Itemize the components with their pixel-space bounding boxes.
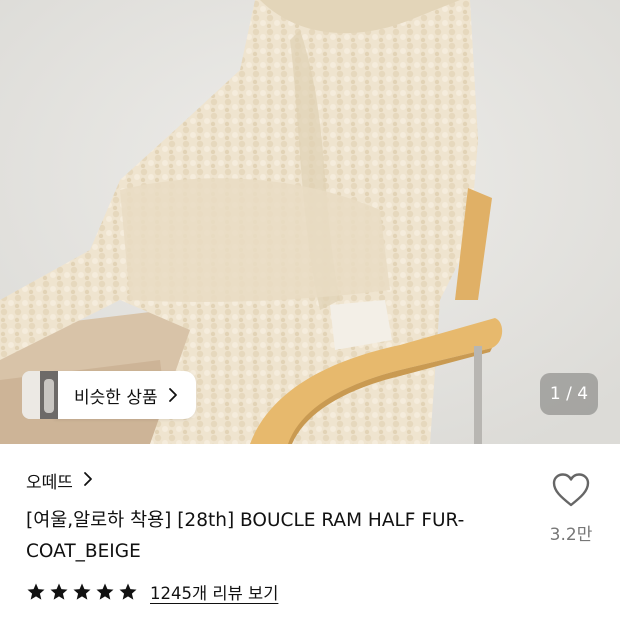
star-icon bbox=[27, 583, 45, 600]
like-button[interactable]: 3.2만 bbox=[540, 472, 602, 545]
brand-link[interactable]: 오떼뜨 bbox=[26, 468, 93, 493]
star-icon bbox=[73, 583, 91, 600]
similar-products-control[interactable]: 비슷한 상품 bbox=[22, 371, 196, 419]
similar-product-thumbnail[interactable] bbox=[22, 371, 58, 419]
product-photo[interactable]: 비슷한 상품 1 / 4 bbox=[0, 0, 620, 444]
review-link[interactable]: 1245개 리뷰 보기 bbox=[150, 580, 278, 604]
star-icon bbox=[96, 583, 114, 600]
review-summary: 1245개 리뷰 보기 bbox=[26, 580, 278, 604]
star-icon bbox=[50, 583, 68, 600]
star-icon bbox=[119, 583, 137, 600]
chevron-right-icon bbox=[83, 471, 93, 491]
star-rating bbox=[26, 582, 138, 602]
similar-products-label: 비슷한 상품 bbox=[74, 387, 158, 408]
chevron-right-icon bbox=[168, 387, 178, 403]
heart-icon bbox=[551, 472, 591, 512]
brand-name: 오떼뜨 bbox=[26, 473, 73, 493]
image-pager-indicator: 1 / 4 bbox=[540, 373, 598, 415]
product-title: [여울,알로하 착용] [28th] BOUCLE RAM HALF FUR-C… bbox=[26, 510, 465, 562]
like-count: 3.2만 bbox=[549, 525, 593, 545]
similar-products-button[interactable]: 비슷한 상품 bbox=[54, 371, 196, 419]
